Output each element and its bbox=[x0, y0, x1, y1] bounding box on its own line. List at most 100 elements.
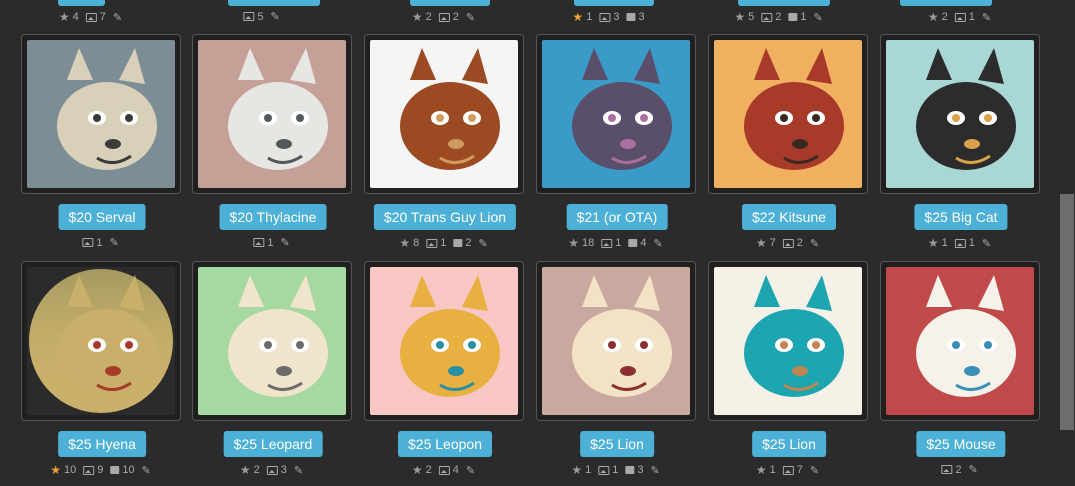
stat[interactable]: ✎ bbox=[280, 236, 289, 249]
card-thumbnail[interactable] bbox=[708, 261, 868, 421]
image-icon bbox=[954, 12, 966, 22]
stat[interactable]: ✎ bbox=[466, 464, 475, 477]
pencil-icon: ✎ bbox=[465, 464, 476, 477]
card-thumbnail[interactable] bbox=[364, 34, 524, 194]
artwork-image[interactable] bbox=[27, 267, 175, 415]
stat-count: 18 bbox=[582, 237, 595, 249]
commission-price-button[interactable]: $21 (or OTA) bbox=[566, 204, 668, 230]
stat[interactable]: ✎ bbox=[113, 11, 122, 24]
partial-button[interactable] bbox=[574, 0, 654, 6]
stat-count: 2 bbox=[941, 11, 948, 23]
card-thumbnail[interactable] bbox=[880, 34, 1040, 194]
artwork-image[interactable] bbox=[714, 40, 862, 188]
artwork-image[interactable] bbox=[198, 267, 346, 415]
stat-count: 1 bbox=[612, 464, 619, 476]
artwork-image[interactable] bbox=[542, 267, 690, 415]
top-stats-5: ★ 5 2 1 ✎ bbox=[734, 10, 825, 24]
partial-button[interactable] bbox=[228, 0, 320, 6]
commission-price-button[interactable]: $25 Lion bbox=[752, 431, 826, 457]
card-thumbnail[interactable] bbox=[364, 261, 524, 421]
stat[interactable]: ✎ bbox=[109, 236, 118, 249]
partial-button[interactable] bbox=[900, 0, 992, 6]
artwork-image[interactable] bbox=[370, 267, 518, 415]
commission-price-button[interactable]: $25 Hyena bbox=[58, 431, 146, 457]
stat[interactable]: ✎ bbox=[813, 11, 822, 24]
stat: 1 bbox=[954, 11, 975, 23]
card-thumbnail[interactable] bbox=[708, 34, 868, 194]
card-thumbnail[interactable] bbox=[192, 34, 352, 194]
stat[interactable]: ✎ bbox=[810, 464, 819, 477]
stat-count: 1 bbox=[968, 11, 975, 23]
scrollbar-track[interactable] bbox=[1059, 0, 1075, 486]
stat[interactable]: ✎ bbox=[650, 464, 659, 477]
artwork-image[interactable] bbox=[198, 40, 346, 188]
stat[interactable]: ✎ bbox=[478, 237, 487, 250]
pencil-icon: ✎ bbox=[478, 237, 488, 250]
stat: ★ 8 bbox=[399, 236, 419, 250]
scrollbar-thumb[interactable] bbox=[1060, 194, 1074, 430]
stat[interactable]: ✎ bbox=[982, 11, 991, 24]
stat: ★ 4 bbox=[59, 10, 79, 24]
commission-price-button[interactable]: $25 Big Cat bbox=[914, 204, 1008, 230]
stat: 2 bbox=[761, 11, 781, 23]
stat: 3 bbox=[266, 464, 287, 476]
stat: ★ 2 bbox=[240, 463, 260, 477]
stat-count: 2 bbox=[425, 464, 432, 476]
stat: ★ 2 bbox=[412, 10, 432, 24]
stat: ★ 1 bbox=[571, 463, 591, 477]
card-thumbnail[interactable] bbox=[192, 261, 352, 421]
stat[interactable]: ✎ bbox=[982, 237, 991, 250]
top-stats-1: ★ 4 7 ✎ bbox=[59, 10, 125, 24]
stat[interactable]: ✎ bbox=[968, 463, 977, 476]
pencil-icon: ✎ bbox=[293, 464, 304, 477]
stat[interactable]: ✎ bbox=[810, 237, 819, 250]
pencil-icon: ✎ bbox=[650, 464, 660, 477]
commission-price-button[interactable]: $20 Trans Guy Lion bbox=[373, 204, 517, 230]
stat[interactable]: ✎ bbox=[270, 10, 279, 23]
partial-button[interactable] bbox=[58, 0, 105, 6]
card-thumbnail[interactable] bbox=[536, 34, 696, 194]
star-icon: ★ bbox=[927, 10, 939, 24]
stat-count: 8 bbox=[413, 237, 420, 249]
partial-button[interactable] bbox=[738, 0, 830, 6]
commission-price-button[interactable]: $22 Kitsune bbox=[742, 204, 836, 230]
commission-price-button[interactable]: $20 Thylacine bbox=[219, 204, 327, 230]
image-icon bbox=[601, 238, 613, 248]
image-icon bbox=[598, 465, 610, 475]
pencil-icon: ✎ bbox=[270, 11, 280, 23]
comment-icon bbox=[110, 466, 120, 474]
artwork-image[interactable] bbox=[542, 40, 690, 188]
stat-count: 1 bbox=[585, 464, 592, 476]
card-thumbnail[interactable] bbox=[21, 261, 181, 421]
image-icon bbox=[761, 12, 773, 22]
image-icon bbox=[266, 465, 278, 475]
card-thumbnail[interactable] bbox=[536, 261, 696, 421]
commission-price-button[interactable]: $25 Leopard bbox=[223, 431, 323, 457]
artwork-image[interactable] bbox=[370, 40, 518, 188]
stat-count: 1 bbox=[440, 237, 447, 249]
stat[interactable]: ✎ bbox=[654, 237, 663, 250]
stat[interactable]: ✎ bbox=[294, 464, 303, 477]
stat: 2 bbox=[453, 237, 471, 249]
pencil-icon: ✎ bbox=[809, 464, 820, 477]
stat[interactable]: ✎ bbox=[466, 11, 475, 24]
top-stats-4: ★ 1 3 3 bbox=[572, 10, 647, 24]
card-thumbnail[interactable] bbox=[21, 34, 181, 194]
card-stats: ★ 7 2 ✎ bbox=[756, 236, 822, 250]
image-icon bbox=[253, 238, 265, 247]
commission-price-button[interactable]: $25 Lion bbox=[580, 431, 654, 457]
stat-count: 3 bbox=[638, 11, 645, 23]
artwork-image[interactable] bbox=[27, 40, 175, 188]
stat: 7 bbox=[85, 11, 106, 23]
artwork-image[interactable] bbox=[886, 40, 1034, 188]
artwork-image[interactable] bbox=[886, 267, 1034, 415]
commission-price-button[interactable]: $20 Serval bbox=[58, 204, 146, 230]
stat[interactable]: ✎ bbox=[142, 464, 151, 477]
commission-price-button[interactable]: $25 Mouse bbox=[916, 431, 1006, 457]
commission-price-button[interactable]: $25 Leopon bbox=[398, 431, 492, 457]
image-icon bbox=[599, 12, 611, 22]
star-icon: ★ bbox=[927, 236, 939, 250]
partial-button[interactable] bbox=[410, 0, 490, 6]
card-thumbnail[interactable] bbox=[880, 261, 1040, 421]
artwork-image[interactable] bbox=[714, 267, 862, 415]
